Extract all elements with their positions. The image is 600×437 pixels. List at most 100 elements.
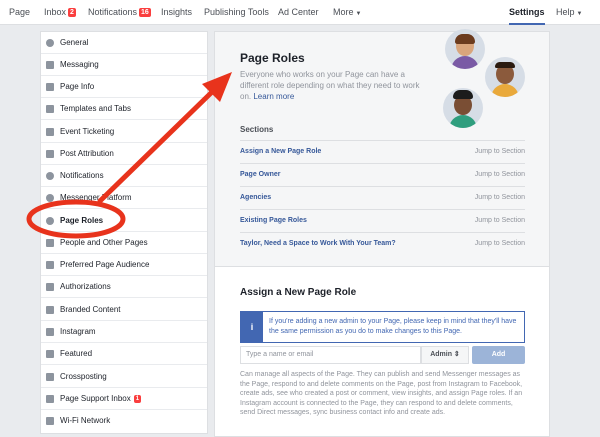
sidebar-item-label: Authorizations [60, 282, 111, 291]
wifi-icon [46, 417, 54, 425]
sidebar-item-event-ticketing[interactable]: Event Ticketing [41, 121, 207, 143]
sidebar-item-general[interactable]: General [41, 32, 207, 54]
nav-ad-center[interactable]: Ad Center [278, 0, 319, 25]
sidebar-item-wi-fi-network[interactable]: Wi-Fi Network [41, 410, 207, 432]
sidebar-item-people-and-other-pages[interactable]: People and Other Pages [41, 232, 207, 254]
sidebar-item-label: Page Roles [60, 216, 104, 225]
sidebar-item-instagram[interactable]: Instagram [41, 321, 207, 343]
messaging-icon [46, 61, 54, 69]
assign-role-heading: Assign a New Page Role [240, 287, 357, 298]
audience-icon [46, 261, 54, 269]
sidebar-item-label: Branded Content [60, 305, 121, 314]
role-description: Can manage all aspects of the Page. They… [240, 371, 523, 416]
jump-to-section-link[interactable]: Jump to Section [475, 240, 525, 247]
support-inbox-count-badge: 1 [133, 395, 142, 403]
info-notice-text: If you're adding a new admin to your Pag… [269, 318, 517, 335]
sidebar-item-branded-content[interactable]: Branded Content [41, 299, 207, 321]
sidebar-item-label: Messenger Platform [60, 193, 132, 202]
grid-icon [46, 105, 54, 113]
sidebar-item-page-roles[interactable]: Page Roles [41, 210, 207, 232]
video-icon [46, 373, 54, 381]
sidebar-item-label: Instagram [60, 327, 96, 336]
page-roles-description: Everyone who works on your Page can have… [240, 69, 420, 102]
jump-to-section-link[interactable]: Jump to Section [475, 148, 525, 155]
name-or-email-input[interactable]: Type a name or email [240, 346, 421, 364]
nav-inbox[interactable]: Inbox 2 [44, 0, 76, 25]
sidebar-item-label: Page Info [60, 82, 95, 91]
section-link[interactable]: Assign a New Page Role [240, 148, 321, 155]
inbox-icon [46, 395, 54, 403]
jump-to-section-link[interactable]: Jump to Section [475, 171, 525, 178]
nav-notifications-label: Notifications [88, 7, 138, 17]
nav-publishing-tools[interactable]: Publishing Tools [204, 0, 269, 25]
pencil-icon [46, 83, 54, 91]
star-icon [46, 350, 54, 358]
sidebar-item-label: Messaging [60, 60, 99, 69]
page-roles-header: Page Roles Everyone who works on your Pa… [215, 29, 549, 267]
section-link[interactable]: Taylor, Need a Space to Work With Your T… [240, 240, 396, 247]
section-link-row[interactable]: Page Owner Jump to Section [240, 163, 525, 186]
gear-icon [46, 39, 54, 47]
nav-notifications[interactable]: Notifications 16 [88, 0, 151, 25]
page-roles-panel: Page Roles Everyone who works on your Pa… [214, 29, 550, 437]
nav-more[interactable]: More ▼ [333, 0, 361, 25]
add-button[interactable]: Add [472, 346, 525, 364]
section-link[interactable]: Existing Page Roles [240, 217, 307, 224]
nav-inbox-label: Inbox [44, 7, 67, 17]
sidebar-item-label: Post Attribution [60, 149, 114, 158]
section-link-row[interactable]: Agencies Jump to Section [240, 186, 525, 209]
section-link-row[interactable]: Assign a New Page Role Jump to Section [240, 140, 525, 163]
people-icon [46, 239, 54, 247]
sidebar-item-authorizations[interactable]: Authorizations [41, 276, 207, 298]
sidebar-item-templates-and-tabs[interactable]: Templates and Tabs [41, 98, 207, 120]
chevron-updown-icon: ⇕ [453, 351, 460, 358]
jump-to-section-link[interactable]: Jump to Section [475, 217, 525, 224]
sections-heading: Sections [240, 125, 274, 134]
sidebar-item-messenger-platform[interactable]: Messenger Platform [41, 187, 207, 209]
sidebar-item-crossposting[interactable]: Crossposting [41, 366, 207, 388]
nav-insights[interactable]: Insights [161, 0, 192, 25]
sidebar-item-label: Notifications [60, 171, 104, 180]
person-icon [46, 217, 54, 225]
learn-more-link[interactable]: Learn more [253, 92, 294, 101]
sidebar-item-notifications[interactable]: Notifications [41, 165, 207, 187]
sidebar-item-featured[interactable]: Featured [41, 343, 207, 365]
sidebar-item-label: Featured [60, 349, 93, 358]
sidebar-item-post-attribution[interactable]: Post Attribution [41, 143, 207, 165]
jump-to-section-link[interactable]: Jump to Section [475, 194, 525, 201]
sidebar-item-label: Page Support Inbox [60, 394, 131, 403]
sidebar-item-page-info[interactable]: Page Info [41, 76, 207, 98]
sidebar-item-messaging[interactable]: Messaging [41, 54, 207, 76]
sidebar-item-label: Wi-Fi Network [60, 416, 111, 425]
wrench-icon [46, 283, 54, 291]
sidebar-item-label: Preferred Page Audience [60, 260, 150, 269]
page-title: Page Roles [240, 51, 305, 65]
sidebar-item-preferred-page-audience[interactable]: Preferred Page Audience [41, 254, 207, 276]
globe-icon [46, 172, 54, 180]
section-link[interactable]: Page Owner [240, 171, 280, 178]
flag-icon [46, 150, 54, 158]
handshake-icon [46, 306, 54, 314]
sidebar-item-label: People and Other Pages [60, 238, 148, 247]
chevron-down-icon: ▼ [355, 11, 362, 17]
nav-page[interactable]: Page [9, 0, 30, 25]
admin-info-notice: i If you're adding a new admin to your P… [240, 311, 525, 343]
nav-publishing-tools-label: Publishing Tools [204, 7, 269, 17]
nav-help[interactable]: Help ▼ [556, 0, 582, 25]
nav-more-label: More [333, 7, 354, 17]
settings-sidebar: General Messaging Page Info Templates an… [40, 31, 208, 434]
section-link-row[interactable]: Existing Page Roles Jump to Section [240, 209, 525, 232]
sidebar-item-page-support-inbox[interactable]: Page Support Inbox 1 [41, 388, 207, 410]
inbox-count-badge: 2 [68, 8, 76, 17]
messenger-icon [46, 194, 54, 202]
section-link[interactable]: Agencies [240, 194, 271, 201]
avatar [485, 57, 525, 97]
ticket-icon [46, 128, 54, 136]
sidebar-item-label: Templates and Tabs [60, 104, 132, 113]
sidebar-item-label: Event Ticketing [60, 127, 115, 136]
section-link-row[interactable]: Taylor, Need a Space to Work With Your T… [240, 232, 525, 255]
role-select[interactable]: Admin ⇕ [421, 346, 469, 364]
nav-settings[interactable]: Settings [509, 0, 545, 25]
avatar [443, 88, 483, 128]
sidebar-item-label: General [60, 38, 89, 47]
